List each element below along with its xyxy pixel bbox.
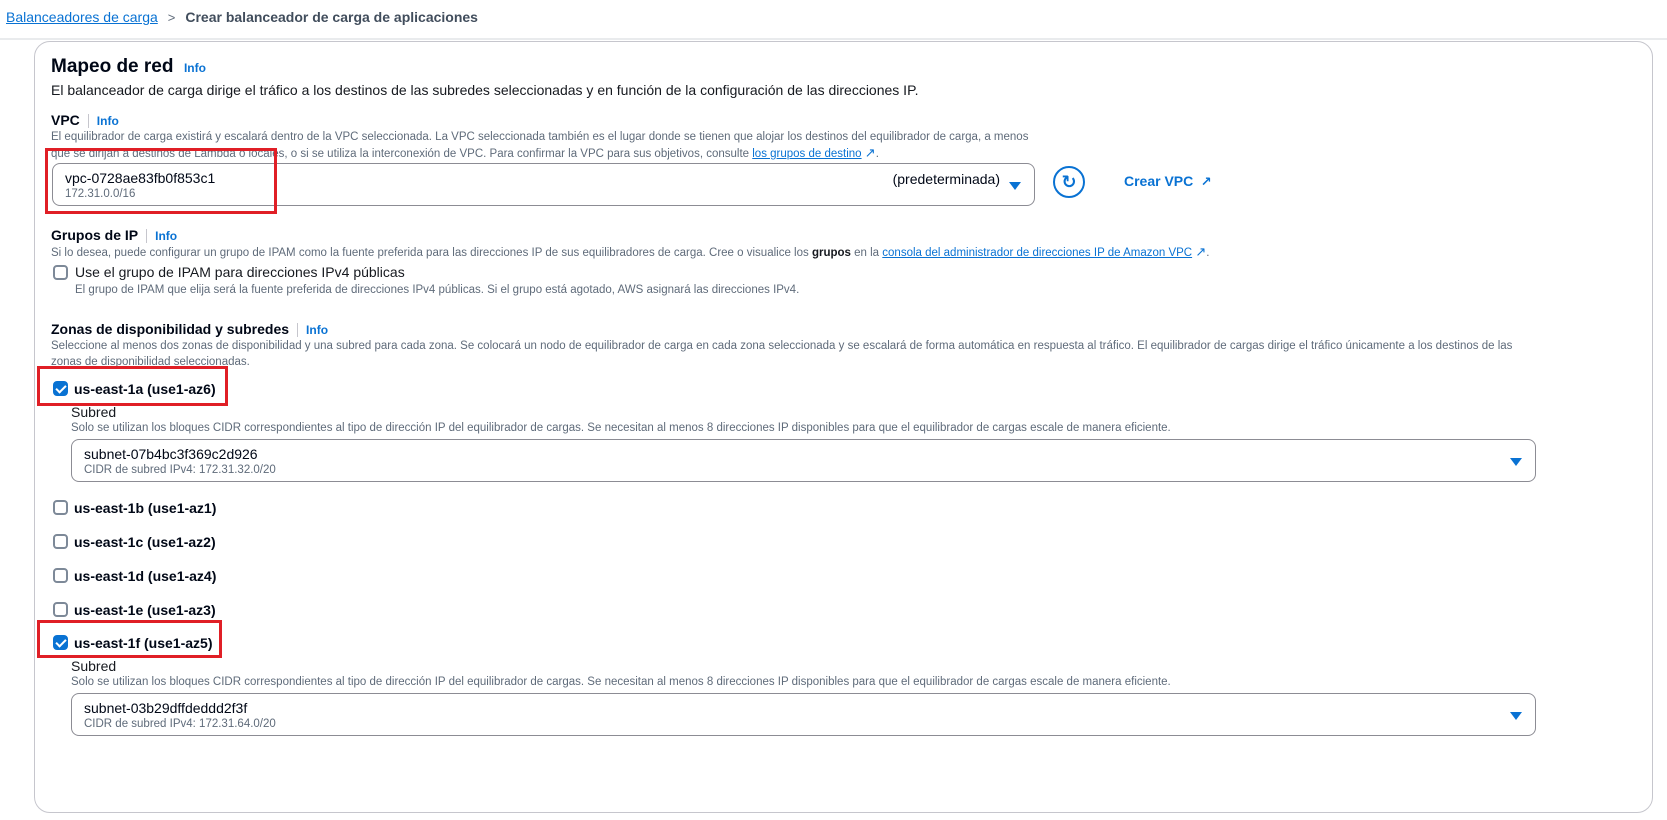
- section-header: Mapeo de red Info: [51, 56, 206, 78]
- chevron-right-icon: >: [167, 9, 176, 25]
- caret-down-icon: [1510, 458, 1522, 466]
- header-divider: [0, 38, 1667, 40]
- highlight-box: [37, 620, 222, 658]
- vpc-label-row: VPC Info: [51, 112, 119, 130]
- refresh-icon[interactable]: ↻: [1053, 166, 1085, 198]
- external-link-icon: ↗: [864, 145, 876, 160]
- subnet-help: Solo se utilizan los bloques CIDR corres…: [71, 422, 1171, 434]
- vpc-info-link[interactable]: Info: [97, 114, 119, 128]
- zone-label-us-east-1c[interactable]: us-east-1c (use1-az2): [74, 534, 216, 550]
- subnet-id: subnet-07b4bc3f369c2d926: [84, 446, 258, 462]
- zone-label-us-east-1b[interactable]: us-east-1b (use1-az1): [74, 500, 216, 516]
- subnet-cidr: CIDR de subred IPv4: 172.31.32.0/20: [84, 464, 276, 476]
- zone-checkbox-us-east-1b[interactable]: [53, 500, 68, 515]
- subnet-help: Solo se utilizan los bloques CIDR corres…: [71, 676, 1171, 688]
- highlight-box: [45, 148, 277, 214]
- subnet-label: Subred: [71, 658, 117, 674]
- highlight-box: [37, 366, 228, 406]
- breadcrumb-link-load-balancers[interactable]: Balanceadores de carga: [6, 9, 158, 25]
- zones-info-link[interactable]: Info: [306, 323, 328, 337]
- ipam-checkbox-label[interactable]: Use el grupo de IPAM para direcciones IP…: [75, 264, 405, 280]
- breadcrumb: Balanceadores de carga > Crear balancead…: [6, 9, 478, 25]
- ip-pools-label: Grupos de IP: [51, 227, 139, 243]
- ipam-console-link[interactable]: consola del administrador de direcciones…: [882, 247, 1192, 259]
- ipam-checkbox-help: El grupo de IPAM que elija será la fuent…: [75, 284, 800, 296]
- target-groups-link[interactable]: los grupos de destino: [752, 148, 861, 160]
- zones-label-row: Zonas de disponibilidad y subredes Info: [51, 321, 328, 339]
- section-info-link[interactable]: Info: [184, 61, 206, 75]
- zone-checkbox-us-east-1c[interactable]: [53, 534, 68, 549]
- breadcrumb-current: Crear balanceador de carga de aplicacion…: [185, 9, 478, 25]
- ip-pools-info-link[interactable]: Info: [155, 229, 177, 243]
- subnet-select-us-east-1f[interactable]: subnet-03b29dffdeddd2f3f CIDR de subred …: [71, 693, 1536, 736]
- section-description: El balanceador de carga dirige el tráfic…: [51, 82, 919, 98]
- zones-description: Seleccione al menos dos zonas de disponi…: [51, 340, 1513, 368]
- external-link-icon: ↗: [1200, 174, 1212, 189]
- external-link-icon: ↗: [1195, 244, 1207, 259]
- caret-down-icon: [1009, 182, 1021, 190]
- subnet-select-us-east-1a[interactable]: subnet-07b4bc3f369c2d926 CIDR de subred …: [71, 439, 1536, 482]
- zone-checkbox-us-east-1d[interactable]: [53, 568, 68, 583]
- subnet-cidr: CIDR de subred IPv4: 172.31.64.0/20: [84, 718, 276, 730]
- caret-down-icon: [1510, 712, 1522, 720]
- zone-checkbox-us-east-1e[interactable]: [53, 602, 68, 617]
- ip-pools-label-row: Grupos de IP Info: [51, 227, 177, 245]
- section-title: Mapeo de red: [51, 56, 174, 77]
- zones-label: Zonas de disponibilidad y subredes: [51, 321, 290, 337]
- vpc-label: VPC: [51, 112, 80, 128]
- zone-label-us-east-1e[interactable]: us-east-1e (use1-az3): [74, 602, 216, 618]
- create-vpc-link[interactable]: Crear VPC ↗: [1124, 173, 1212, 191]
- vpc-default-tag: (predeterminada): [892, 171, 1000, 187]
- subnet-label: Subred: [71, 404, 117, 420]
- ip-pools-description: Si lo desea, puede configurar un grupo d…: [51, 244, 1210, 259]
- zone-label-us-east-1d[interactable]: us-east-1d (use1-az4): [74, 568, 216, 584]
- subnet-id: subnet-03b29dffdeddd2f3f: [84, 700, 248, 716]
- ipam-checkbox[interactable]: [53, 265, 68, 280]
